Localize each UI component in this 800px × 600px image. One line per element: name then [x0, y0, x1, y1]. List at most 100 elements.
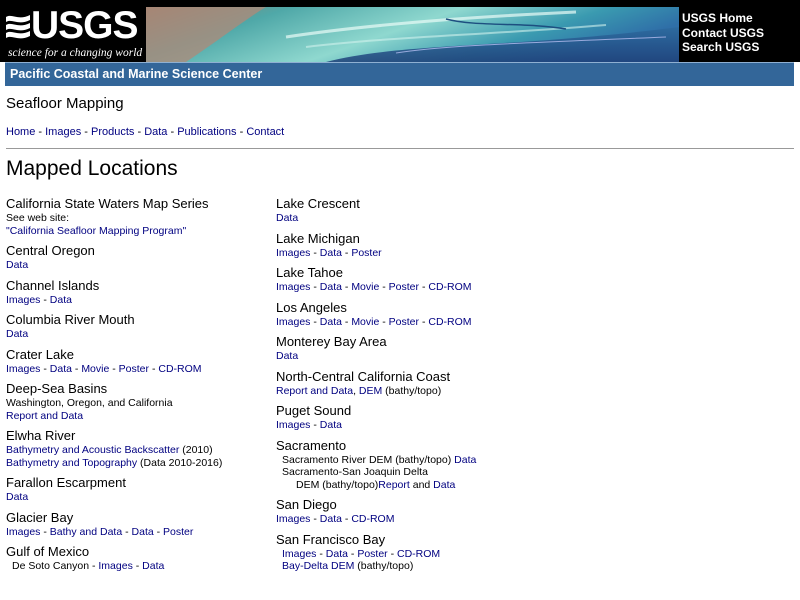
location-link-poster[interactable]: Poster: [389, 316, 419, 328]
location-link-data[interactable]: Data: [6, 328, 28, 340]
location-link-images[interactable]: Images: [276, 316, 310, 328]
location-title: Lake Michigan: [276, 230, 360, 246]
location-link-data[interactable]: Data: [276, 212, 298, 224]
location-link-images[interactable]: Images: [276, 281, 310, 293]
location-link-images[interactable]: Images: [276, 419, 310, 431]
location-link-cd-rom[interactable]: CD-ROM: [397, 548, 440, 560]
nav-publications[interactable]: Publications: [177, 126, 236, 138]
location-link-data[interactable]: Data: [320, 316, 342, 328]
location-text: -: [310, 246, 320, 259]
location-detail-line: Images - Data - Poster - CD-ROM: [276, 548, 536, 561]
section-heading: Mapped Locations: [6, 157, 178, 180]
location-link-data[interactable]: Data: [454, 454, 476, 466]
location-link-data[interactable]: Data: [50, 294, 72, 306]
location-text: (2010): [179, 444, 213, 456]
location-elwha-river: Elwha River Bathymetry and Acoustic Backs…: [6, 428, 266, 469]
nav-contact[interactable]: Contact: [246, 126, 284, 138]
location-title: Farallon Escarpment: [6, 475, 126, 490]
location-text: (bathy/topo): [382, 384, 442, 397]
usgs-logo[interactable]: USGS science for a changing world: [5, 5, 145, 61]
location-text: -: [122, 525, 132, 538]
location-text: Washington, Oregon, and California: [6, 397, 173, 409]
location-link-bathy-and-data[interactable]: Bathy and Data: [50, 526, 122, 538]
location-text: -: [153, 525, 164, 538]
location-san-diego: San Diego Images - Data - CD-ROM: [276, 497, 536, 526]
location-lake-michigan: Lake Michigan Images - Data - Poster: [276, 231, 536, 260]
nav-data[interactable]: Data: [144, 126, 167, 138]
location-title: North-Central California Coast: [276, 368, 451, 384]
location-title: Columbia River Mouth: [6, 312, 135, 327]
locations-left-column: California State Waters Map Series See we…: [6, 196, 266, 579]
nav-home[interactable]: Home: [6, 126, 35, 138]
location-text: DEM (bathy/topo): [296, 478, 379, 491]
location-link-poster[interactable]: Poster: [351, 247, 381, 259]
location-link-data[interactable]: Data: [320, 513, 342, 525]
location-text: See web site:: [6, 212, 70, 224]
location-link-bathymetry-and-topography[interactable]: Bathymetry and Topography: [6, 457, 137, 469]
location-link-cd-rom[interactable]: CD-ROM: [351, 513, 394, 525]
location-detail-line: Bathymetry and Acoustic Backscatter (201…: [6, 444, 266, 457]
location-link-data[interactable]: Data: [320, 419, 342, 431]
location-text: De Soto Canyon -: [12, 560, 99, 572]
location-detail-line: Sacramento River DEM (bathy/topo) Data: [276, 454, 536, 467]
location-link-california-seafloor-mapping-program[interactable]: "California Seafloor Mapping Program": [6, 225, 186, 237]
location-link-movie[interactable]: Movie: [81, 363, 109, 375]
location-link-data[interactable]: Data: [132, 526, 154, 538]
location-link-bathymetry-and-acoustic-backscatter[interactable]: Bathymetry and Acoustic Backscatter: [6, 444, 179, 456]
location-text: -: [40, 293, 50, 306]
location-detail-line: Images - Data - Movie - Poster - CD-ROM: [276, 281, 536, 294]
location-link-cd-rom[interactable]: CD-ROM: [158, 363, 201, 375]
logo-tagline: science for a changing world: [8, 47, 143, 59]
location-text: Sacramento River DEM (bathy/topo): [282, 453, 455, 466]
location-link-images[interactable]: Images: [6, 294, 40, 306]
usgs-top-links: USGS Home Contact USGS Search USGS: [682, 11, 764, 55]
page-title: Seafloor Mapping: [6, 95, 124, 112]
location-link-report-and-data[interactable]: Report and Data: [6, 410, 83, 422]
location-link-data[interactable]: Data: [50, 363, 72, 375]
location-link-movie[interactable]: Movie: [351, 281, 379, 293]
location-link-cd-rom[interactable]: CD-ROM: [428, 281, 471, 293]
location-link-images[interactable]: Images: [6, 526, 40, 538]
contact-usgs-link[interactable]: Contact USGS: [682, 26, 764, 41]
location-text: -: [316, 547, 326, 560]
location-link-report-and-data[interactable]: Report and Data: [276, 385, 353, 397]
location-link-data[interactable]: Data: [276, 350, 298, 362]
location-link-report[interactable]: Report: [378, 479, 410, 491]
nav-images[interactable]: Images: [45, 126, 81, 138]
location-detail-line: Sacramento-San Joaquin Delta: [276, 466, 536, 479]
location-california-state-waters-map-series: California State Waters Map Series See we…: [6, 196, 266, 237]
location-link-data[interactable]: Data: [433, 479, 455, 491]
location-detail-line: Washington, Oregon, and California: [6, 397, 266, 410]
locations-right-column: Lake Crescent Data Lake Michigan Images - D…: [276, 196, 536, 579]
location-link-images[interactable]: Images: [98, 560, 132, 572]
location-link-data[interactable]: Data: [6, 491, 28, 503]
location-link-data[interactable]: Data: [6, 259, 28, 271]
location-link-poster[interactable]: Poster: [163, 526, 193, 538]
location-link-poster[interactable]: Poster: [389, 281, 419, 293]
location-link-poster[interactable]: Poster: [357, 548, 387, 560]
location-link-images[interactable]: Images: [276, 513, 310, 525]
location-link-data[interactable]: Data: [320, 247, 342, 259]
location-detail-line: Images - Data - Movie - Poster - CD-ROM: [6, 363, 266, 376]
location-text: -: [310, 281, 320, 293]
location-link-bay-delta-dem[interactable]: Bay-Delta DEM: [282, 560, 354, 572]
location-link-images[interactable]: Images: [276, 247, 310, 259]
location-detail-line: Data: [6, 491, 266, 504]
location-link-dem[interactable]: DEM: [359, 385, 382, 397]
usgs-home-link[interactable]: USGS Home: [682, 11, 764, 26]
location-detail-line: Images - Data - Movie - Poster - CD-ROM: [276, 316, 536, 329]
location-link-data[interactable]: Data: [326, 548, 348, 560]
location-link-images[interactable]: Images: [6, 363, 40, 375]
location-link-data[interactable]: Data: [320, 281, 342, 293]
search-usgs-link[interactable]: Search USGS: [682, 40, 764, 55]
location-link-data[interactable]: Data: [142, 560, 164, 572]
location-text: -: [419, 281, 429, 293]
location-text: -: [40, 525, 50, 538]
location-link-movie[interactable]: Movie: [351, 316, 379, 328]
location-link-images[interactable]: Images: [282, 548, 316, 560]
location-link-cd-rom[interactable]: CD-ROM: [428, 316, 471, 328]
location-detail-line: Images - Data - Poster: [276, 247, 536, 260]
center-title[interactable]: Pacific Coastal and Marine Science Cente…: [10, 67, 262, 81]
location-link-poster[interactable]: Poster: [119, 363, 149, 375]
nav-products[interactable]: Products: [91, 126, 134, 138]
